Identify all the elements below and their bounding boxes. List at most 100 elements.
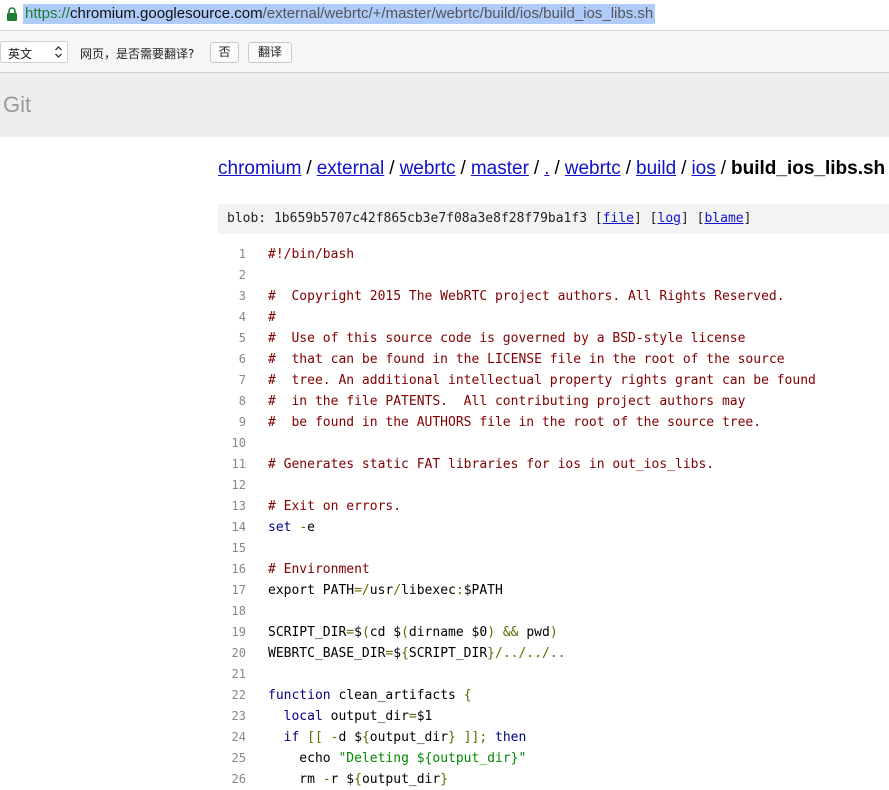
code-line: 21: [218, 664, 889, 685]
code-token: $1: [416, 709, 433, 724]
line-number[interactable]: 9: [218, 412, 246, 433]
breadcrumb-separator: /: [681, 158, 687, 179]
language-select-value: 英文: [8, 47, 33, 61]
line-number[interactable]: 19: [218, 622, 246, 643]
code-token: =: [346, 625, 355, 640]
line-number[interactable]: 26: [218, 769, 246, 790]
code-token: $: [393, 646, 402, 661]
line-number[interactable]: 24: [218, 727, 246, 748]
breadcrumb-separator: /: [533, 158, 540, 179]
line-number[interactable]: 10: [218, 433, 246, 454]
code-token: set: [268, 520, 292, 535]
lock-icon: [7, 7, 17, 21]
url-text[interactable]: https://chromium.googlesource.com/extern…: [23, 4, 656, 24]
code-token: ): [549, 625, 558, 640]
code-line: 18: [218, 601, 889, 622]
code-line: 13 # Exit on errors.: [218, 496, 889, 517]
code-token: }/../../..: [487, 646, 566, 661]
code-token: (: [401, 625, 409, 640]
line-number[interactable]: 3: [218, 286, 246, 307]
code-line: 4 #: [218, 307, 889, 328]
line-number[interactable]: 8: [218, 391, 246, 412]
code-token: # Use of this source code is governed by…: [268, 331, 746, 346]
line-number[interactable]: 20: [218, 643, 246, 664]
chevron-updown-icon: [55, 46, 62, 58]
file-link[interactable]: file: [603, 211, 634, 226]
line-number[interactable]: 14: [218, 517, 246, 538]
code-line: 11 # Generates static FAT libraries for i…: [218, 454, 889, 475]
breadcrumb-link[interactable]: .: [544, 158, 549, 179]
breadcrumb-link[interactable]: external: [317, 158, 385, 179]
no-button[interactable]: 否: [210, 42, 239, 63]
code-text: function clean_artifacts {: [268, 685, 472, 706]
code-token: local: [283, 709, 323, 724]
code-line: 8 # in the file PATENTS. All contributing…: [218, 391, 889, 412]
code-token: -: [299, 520, 308, 535]
code-token: then: [495, 730, 527, 745]
line-number[interactable]: 13: [218, 496, 246, 517]
site-title[interactable]: Git: [3, 92, 31, 118]
line-number[interactable]: 23: [218, 706, 246, 727]
code-token: # in the file PATENTS. All contributing …: [268, 394, 746, 409]
code-token: [[: [307, 730, 323, 745]
code-token: {: [361, 730, 370, 745]
language-select[interactable]: 英文: [0, 41, 68, 63]
line-number[interactable]: 4: [218, 307, 246, 328]
code-token: clean_artifacts: [330, 688, 464, 703]
line-number[interactable]: 22: [218, 685, 246, 706]
code-listing: 1 #!/bin/bash 2 3 # Copyright 2015 The WebRT…: [218, 244, 889, 790]
code-line: 19 SCRIPT_DIR=$(cd $(dirname $0) && pwd): [218, 622, 889, 643]
code-token: export PATH: [268, 583, 355, 598]
line-number[interactable]: 21: [218, 664, 246, 685]
code-text: # be found in the AUTHORS file in the ro…: [268, 412, 761, 433]
code-token: output_dir: [322, 709, 409, 724]
address-bar[interactable]: https://chromium.googlesource.com/extern…: [0, 0, 889, 31]
code-token: &&: [502, 625, 519, 640]
code-line: 2: [218, 265, 889, 286]
blame-link[interactable]: blame: [704, 211, 743, 226]
code-token: ]];: [463, 730, 488, 745]
breadcrumb-link[interactable]: chromium: [218, 158, 301, 179]
line-number[interactable]: 2: [218, 265, 246, 286]
line-number[interactable]: 12: [218, 475, 246, 496]
code-token: # that can be found in the LICENSE file …: [268, 352, 785, 367]
code-text: set -e: [268, 517, 315, 538]
line-number[interactable]: 11: [218, 454, 246, 475]
breadcrumb-link[interactable]: build: [636, 158, 676, 179]
translate-button[interactable]: 翻译: [248, 42, 292, 63]
log-link[interactable]: log: [658, 211, 681, 226]
line-number[interactable]: 1: [218, 244, 246, 265]
line-number[interactable]: 5: [218, 328, 246, 349]
line-number[interactable]: 18: [218, 601, 246, 622]
code-line: 9 # be found in the AUTHORS file in the r…: [218, 412, 889, 433]
line-number[interactable]: 16: [218, 559, 246, 580]
code-token: cd $: [369, 625, 402, 640]
breadcrumb-link[interactable]: ios: [691, 158, 715, 179]
breadcrumb-link[interactable]: master: [471, 158, 529, 179]
code-text: # Exit on errors.: [268, 496, 401, 517]
code-token: if: [283, 730, 300, 745]
line-number[interactable]: 7: [218, 370, 246, 391]
code-token: SCRIPT_DIR: [268, 625, 347, 640]
code-text: # that can be found in the LICENSE file …: [268, 349, 785, 370]
code-line: 20 WEBRTC_BASE_DIR=${SCRIPT_DIR}/../../..: [218, 643, 889, 664]
code-text: # Copyright 2015 The WebRTC project auth…: [268, 286, 785, 307]
line-number[interactable]: 17: [218, 580, 246, 601]
line-number[interactable]: 25: [218, 748, 246, 769]
code-line: 16 # Environment: [218, 559, 889, 580]
breadcrumb-link[interactable]: webrtc: [565, 158, 621, 179]
code-token: # Generates static FAT libraries for ios…: [268, 457, 715, 472]
code-line: 14 set -e: [218, 517, 889, 538]
line-number[interactable]: 15: [218, 538, 246, 559]
code-line: 7 # tree. An additional intellectual prop…: [218, 370, 889, 391]
line-number[interactable]: 6: [218, 349, 246, 370]
code-text: export PATH=/usr/libexec:$PATH: [268, 580, 503, 601]
code-text: local output_dir=$1: [268, 706, 433, 727]
breadcrumb-link[interactable]: webrtc: [400, 158, 456, 179]
code-token: rm: [268, 772, 323, 787]
code-line: 5 # Use of this source code is governed b…: [218, 328, 889, 349]
